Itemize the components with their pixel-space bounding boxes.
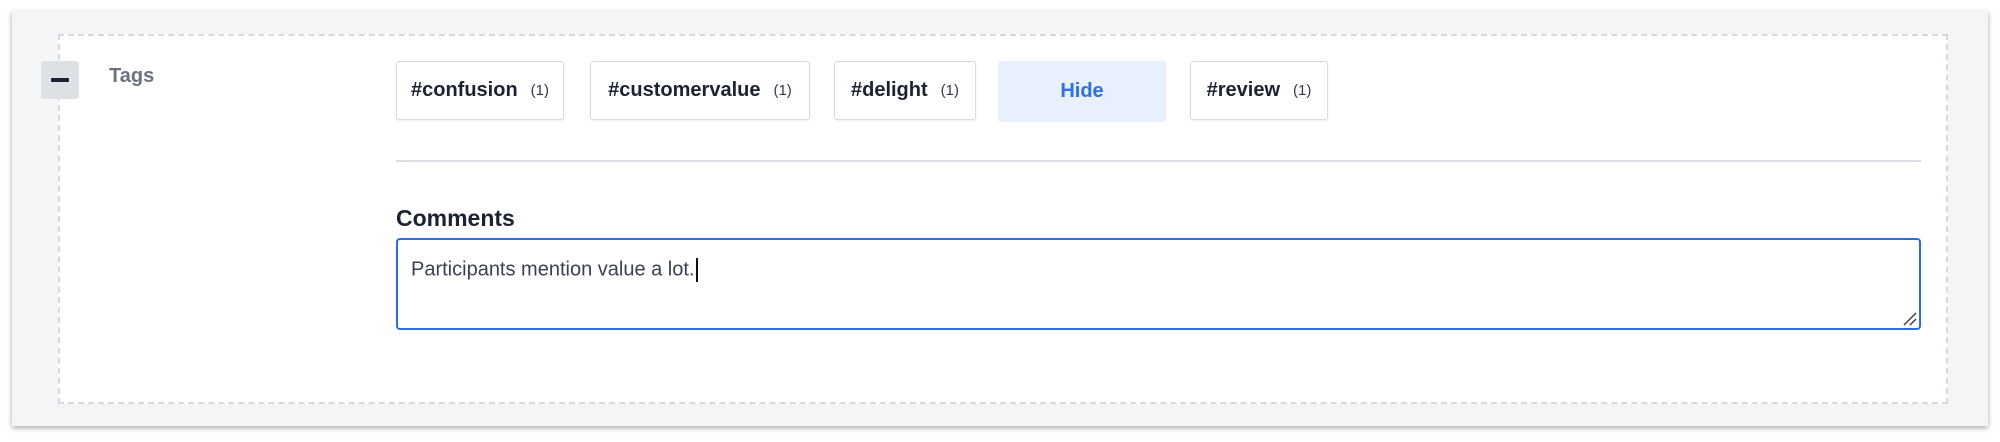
collapse-button[interactable]	[41, 61, 79, 99]
minus-icon	[51, 78, 69, 82]
comments-textarea[interactable]: Participants mention value a lot.	[396, 238, 1921, 330]
tag-name: #customervalue	[608, 79, 761, 101]
tag-chip-customervalue[interactable]: #customervalue (1)	[590, 61, 810, 120]
text-caret	[695, 258, 698, 282]
tag-chip-delight[interactable]: #delight (1)	[834, 61, 976, 120]
tag-count: (1)	[530, 82, 549, 99]
tag-name: #confusion	[410, 79, 518, 101]
comments-text: Participants mention value a lot.	[411, 258, 698, 282]
tag-name: #review	[1206, 79, 1281, 101]
tag-count: (1)	[773, 82, 792, 99]
section-label: Tags	[109, 65, 155, 87]
hide-button[interactable]: Hide	[998, 61, 1166, 122]
comments-label: Comments	[396, 205, 515, 231]
tag-count: (1)	[940, 82, 959, 99]
comments-value: Participants mention value a lot.	[411, 258, 695, 281]
divider	[396, 160, 1921, 162]
tag-chip-confusion[interactable]: #confusion (1)	[396, 61, 564, 120]
tag-chip-review[interactable]: #review (1)	[1190, 61, 1328, 120]
resize-handle-icon[interactable]	[1901, 310, 1917, 326]
tag-count: (1)	[1293, 82, 1312, 99]
tag-name: #delight	[850, 79, 928, 101]
